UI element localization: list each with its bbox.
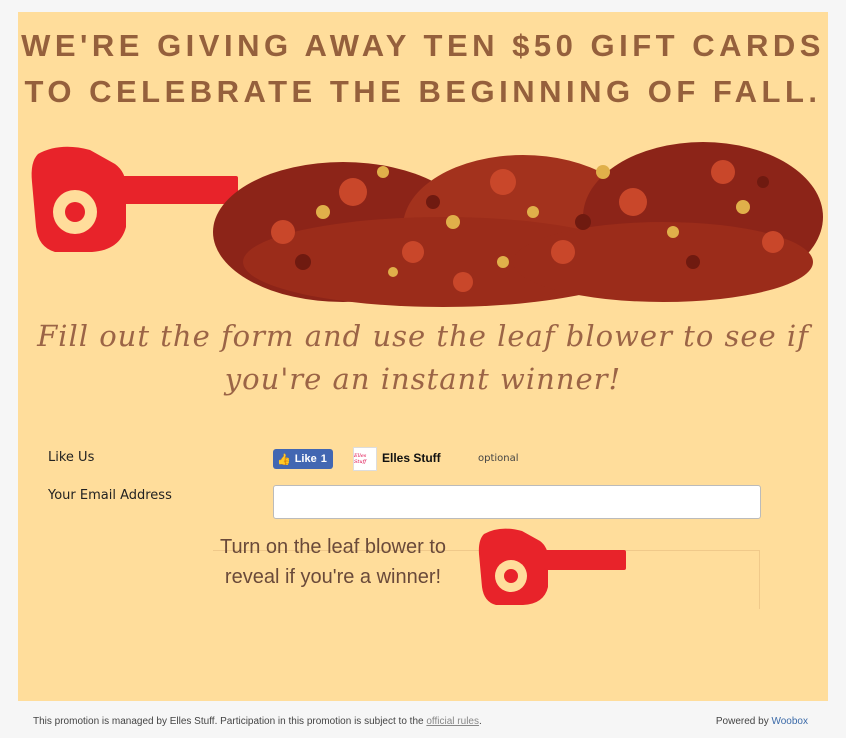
optional-note: optional: [478, 453, 519, 464]
like-count: 1: [320, 453, 327, 465]
woobox-link[interactable]: Woobox: [771, 716, 808, 727]
powered-by: Powered by Woobox: [715, 716, 808, 727]
reveal-line-1: Turn on the leaf blower to: [219, 536, 447, 558]
official-rules-link[interactable]: official rules: [426, 716, 479, 727]
thumbs-up-icon: 👍: [277, 453, 291, 466]
subtitle-line-1: Fill out the form and use the leaf blowe…: [37, 319, 809, 353]
email-label: Your Email Address: [48, 488, 172, 503]
leaf-blower-tool-icon[interactable]: [478, 525, 628, 607]
reveal-line-2: reveal if you're a winner!: [224, 566, 442, 588]
page-name-link[interactable]: Elles Stuff: [382, 451, 441, 465]
like-text: Like: [294, 453, 317, 465]
page-logo[interactable]: Elles Stuff: [353, 447, 377, 471]
email-field[interactable]: [273, 485, 761, 519]
headline-line-2: TO CELEBRATE THE BEGINNING OF FALL.: [24, 74, 822, 109]
leaf-pile-image: [213, 142, 823, 307]
headline-line-1: WE'RE GIVING AWAY TEN $50 GIFT CARDS: [21, 28, 825, 63]
footer-disclaimer: This promotion is managed by Elles Stuff…: [33, 716, 482, 727]
reveal-instructions: Turn on the leaf blower to reveal if you…: [198, 532, 468, 592]
subtitle-line-2: you're an instant winner!: [224, 362, 622, 396]
promo-panel: WE'RE GIVING AWAY TEN $50 GIFT CARDS TO …: [18, 12, 828, 701]
like-us-label: Like Us: [48, 450, 95, 465]
facebook-like-button[interactable]: 👍 Like 1: [273, 449, 333, 469]
